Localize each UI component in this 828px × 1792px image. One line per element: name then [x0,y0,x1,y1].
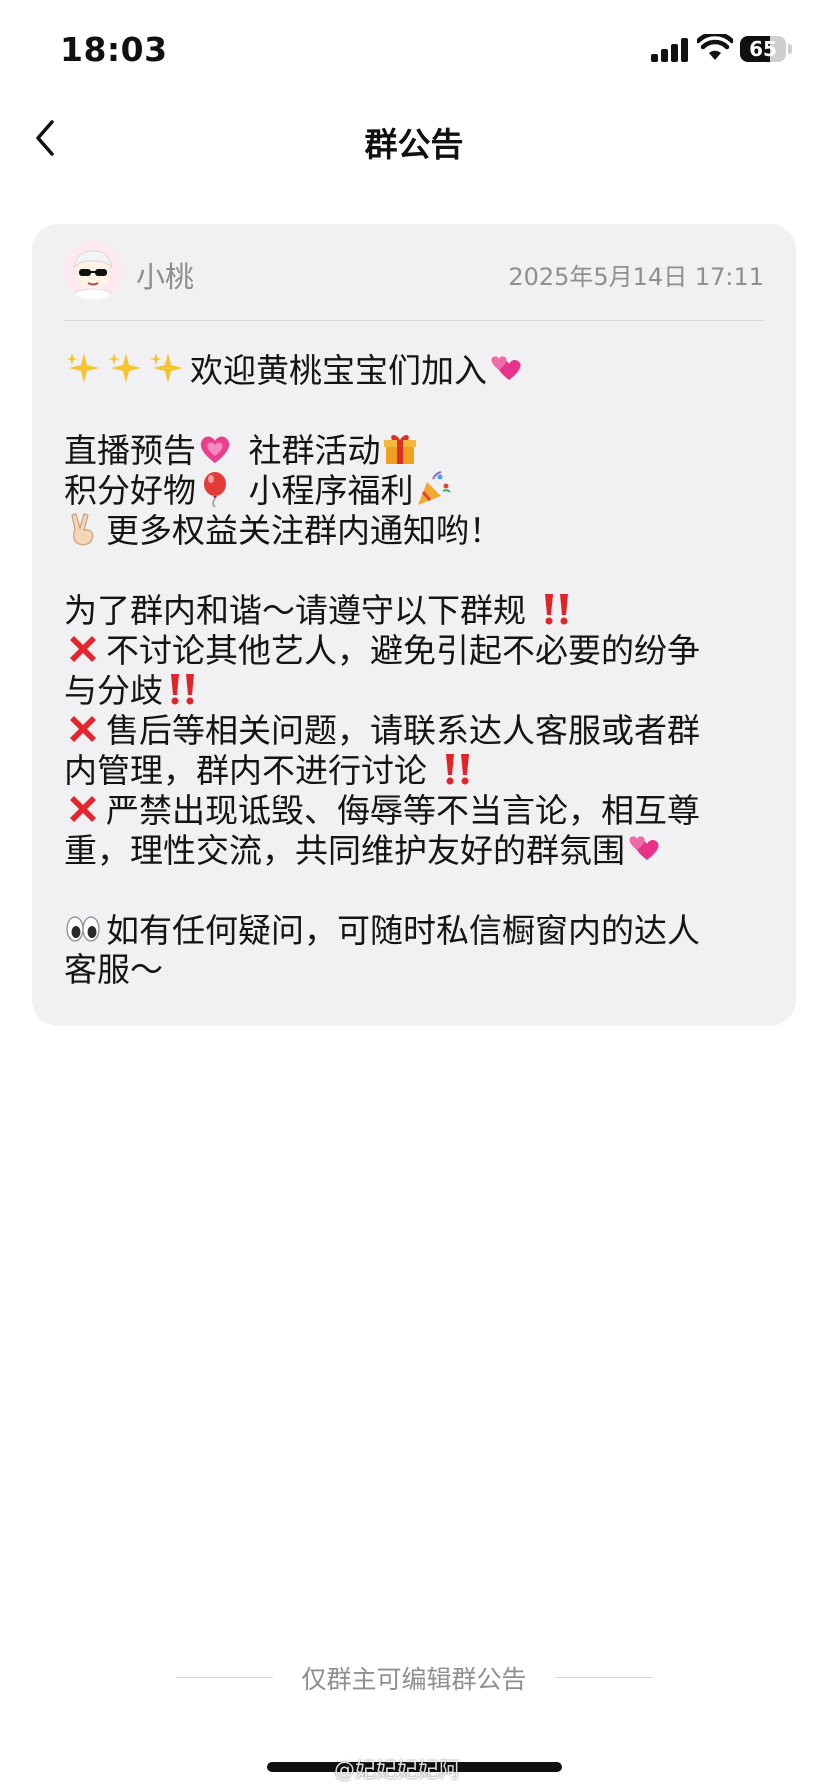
text-rule-2b: 内管理，群内不进行讨论 [64,751,427,790]
watermark: @妃妃妃妃阿 [334,1758,460,1782]
text-rule-1a: 不讨论其他艺人，避免引起不必要的纷争 [106,631,700,670]
text-points-goods: 积分好物 [64,471,196,510]
line-rule-1b: 与分歧 [64,670,774,710]
text-live-preview: 直播预告 [64,431,196,470]
footer-rule-right [556,1677,653,1678]
text-rules-title: 为了群内和谐～请遵守以下群规 [64,591,526,630]
line-contact-a: 如有任何疑问，可随时私信橱窗内的达人 [64,910,774,950]
line-rules-title: 为了群内和谐～请遵守以下群规 [64,590,774,630]
line-rule-3a: 严禁出现诋毁、侮辱等不当言论，相互尊 [64,790,774,830]
text-rule-1b: 与分歧 [64,671,163,710]
cross-mark-icon [64,710,102,748]
battery-tip [788,44,792,54]
announcement-card: 小桃 2025年5月14日 17:11 欢迎黄桃宝宝们加入 直播预告 社群活动 … [32,224,796,1026]
double-exclamation-icon [163,670,201,708]
text-welcome: 欢迎黄桃宝宝们加入 [190,351,487,390]
divider [64,320,764,321]
sparkles-icon [148,350,186,388]
balloon-icon [196,470,234,508]
footer-note: 仅群主可编辑群公告 [0,1660,828,1694]
battery-icon: 65 [740,36,786,62]
line-rule-3b: 重，理性交流，共同维护友好的群氛围 [64,830,774,870]
battery-percent: 65 [749,37,777,61]
post-date: 2025年5月14日 17:11 [508,263,764,291]
announcement-body: 欢迎黄桃宝宝们加入 直播预告 社群活动 积分好物 小程序福利 更多权益关注群内通… [64,350,774,990]
sparkles-icon [64,350,102,388]
avatar[interactable] [64,242,122,300]
line-points: 积分好物 小程序福利 [64,470,774,510]
nav-bar: 群公告 [0,100,828,180]
victory-hand-icon [64,510,102,548]
page-title: 群公告 [364,125,464,164]
footer-text: 仅群主可编辑群公告 [301,1665,527,1694]
avatar-image [64,242,122,300]
text-rule-3a: 严禁出现诋毁、侮辱等不当言论，相互尊 [106,791,700,830]
line-rule-2b: 内管理，群内不进行讨论 [64,750,774,790]
status-time: 18:03 [60,30,168,69]
line-welcome: 欢迎黄桃宝宝们加入 [64,350,774,390]
eyes-icon [64,910,102,948]
line-more: 更多权益关注群内通知哟！ [64,510,774,550]
text-community-activity: 社群活动 [248,431,381,470]
two-hearts-icon [625,830,663,868]
heart-icon [196,430,234,468]
text-mini-program: 小程序福利 [248,471,414,510]
line-preview: 直播预告 社群活动 [64,430,774,470]
line-rule-1a: 不讨论其他艺人，避免引起不必要的纷争 [64,630,774,670]
status-bar: 18:03 65 [0,0,828,100]
line-rule-2a: 售后等相关问题，请联系达人客服或者群 [64,710,774,750]
two-hearts-icon [487,350,525,388]
text-contact-a: 如有任何疑问，可随时私信橱窗内的达人 [106,911,700,950]
sparkles-icon [106,350,144,388]
cross-mark-icon [64,630,102,668]
double-exclamation-icon [438,750,476,788]
party-popper-icon [414,470,452,508]
gift-icon [381,430,419,468]
text-rule-3b: 重，理性交流，共同维护友好的群氛围 [64,831,625,870]
text-contact-b: 客服～ [64,950,163,989]
cross-mark-icon [64,790,102,828]
text-rule-2a: 售后等相关问题，请联系达人客服或者群 [106,711,700,750]
line-contact-b: 客服～ [64,950,774,990]
wifi-icon [697,34,733,60]
author-name: 小桃 [136,260,195,294]
double-exclamation-icon [537,590,575,628]
text-more-benefits: 更多权益关注群内通知哟！ [106,511,502,550]
cellular-signal-icon [651,38,691,62]
